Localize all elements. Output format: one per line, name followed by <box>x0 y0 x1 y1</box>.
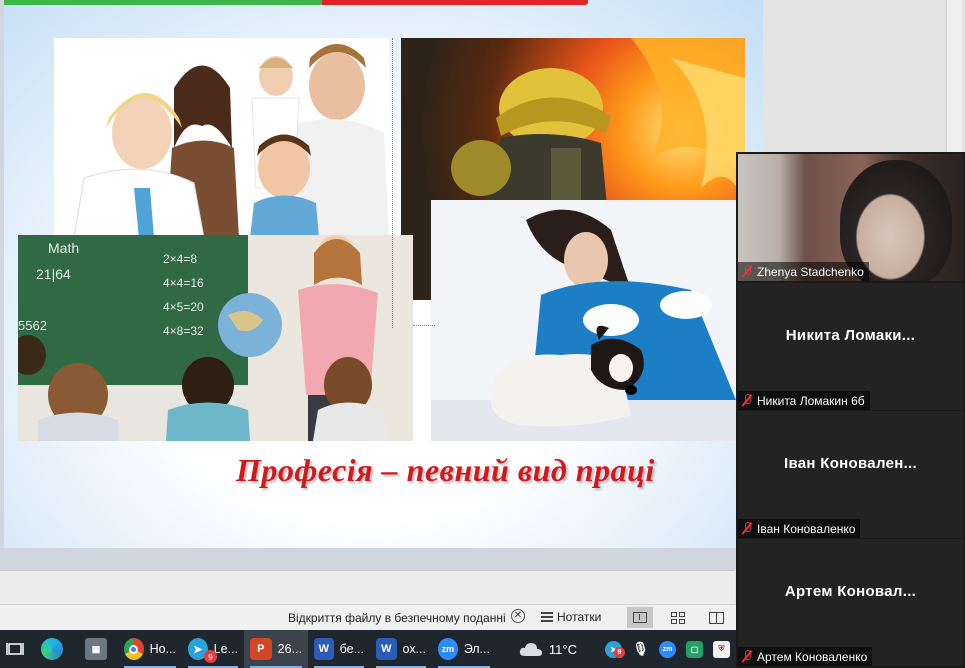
participant-name: Артем Коноваленко <box>757 649 868 664</box>
participant-tile[interactable]: Никита Ломаки... Никита Ломакин 6б <box>738 283 963 410</box>
taskbar-edge[interactable] <box>30 630 74 668</box>
participant-name: Никита Ломакин 6б <box>757 393 865 408</box>
taskbar-telegram[interactable]: ➤ 9 Le... <box>182 630 244 668</box>
taskbar-chrome[interactable]: Но... <box>118 630 182 668</box>
task-view-button[interactable] <box>0 630 30 668</box>
zoom-gallery: Zhenya Stadchenko Никита Ломаки... Никит… <box>736 152 965 668</box>
microphone-icon[interactable]: 🎙 <box>632 641 649 658</box>
reading-view-icon <box>708 611 724 624</box>
tray-app-icon[interactable]: ➤ 9 <box>605 640 625 658</box>
taskbar-label: 26... <box>277 642 302 656</box>
participant-big-name: Іван Коновален... <box>783 455 917 472</box>
word-icon: W <box>314 638 334 660</box>
participant-name-label: Никита Ломакин 6б <box>738 391 870 410</box>
window-gutter <box>763 0 965 152</box>
taskbar-powerpoint[interactable]: P 26... <box>244 630 308 668</box>
svg-text:21|64: 21|64 <box>36 266 71 282</box>
zoom-tray-icon[interactable]: zm <box>659 640 676 658</box>
participant-name: Zhenya Stadchenko <box>757 264 864 279</box>
mic-muted-icon <box>742 394 752 407</box>
svg-text:Math: Math <box>48 240 79 256</box>
powerpoint-icon: P <box>250 638 272 660</box>
svg-text:2×4=8: 2×4=8 <box>163 252 197 266</box>
mic-muted-icon <box>742 265 752 278</box>
svg-text:5562: 5562 <box>18 318 47 333</box>
green-app-icon[interactable]: ▢ <box>686 640 703 658</box>
shield-icon[interactable]: ⛨ <box>713 640 730 658</box>
slide-title: Професія – певний вид праці <box>236 452 655 488</box>
zoom-icon: zm <box>438 638 458 660</box>
taskbar-label: Эл... <box>463 642 490 656</box>
taskbar-label: ох... <box>402 642 426 656</box>
weather-widget[interactable]: 11°C <box>519 641 577 657</box>
vertical-scrollbar[interactable] <box>946 0 962 152</box>
slide[interactable]: Math 21|64 2×4=8 4×4=16 4×5=20 4×8=32 55… <box>4 0 763 548</box>
notes-pane[interactable] <box>0 570 735 606</box>
svg-text:4×8=32: 4×8=32 <box>163 324 204 338</box>
selection-box-bottom <box>413 325 435 326</box>
family-doctor-photo[interactable] <box>54 38 389 238</box>
participant-name-label: Іван Коноваленко <box>738 519 861 538</box>
participant-name: Іван Коноваленко <box>757 521 856 536</box>
taskbar-zoom[interactable]: zm Эл... <box>432 630 496 668</box>
svg-text:4×4=16: 4×4=16 <box>163 276 204 290</box>
unread-badge: 9 <box>204 650 217 663</box>
participant-name-label: Артем Коноваленко <box>738 647 873 666</box>
taskbar-label: Le... <box>213 642 238 656</box>
task-view-icon <box>6 643 24 655</box>
mic-muted-icon <box>742 522 752 535</box>
notes-icon <box>541 612 553 622</box>
word-icon: W <box>376 638 397 660</box>
taskbar-word-2[interactable]: W ох... <box>370 630 432 668</box>
participant-name-label: Zhenya Stadchenko <box>738 262 869 281</box>
notes-button[interactable]: Нотатки <box>541 610 601 624</box>
chrome-icon <box>124 638 144 660</box>
system-tray: 11°C ➤ 9 🎙 zm ▢ ⛨ <box>519 630 736 668</box>
close-icon[interactable]: ✕ <box>511 609 525 623</box>
taskbar: ▦ Но... ➤ 9 Le... P 26... W бе... W ох..… <box>0 630 736 668</box>
weather-temp: 11°C <box>548 641 577 657</box>
mic-muted-icon <box>742 650 752 663</box>
svg-text:4×5=20: 4×5=20 <box>163 300 204 314</box>
classroom-teacher-photo[interactable]: Math 21|64 2×4=8 4×4=16 4×5=20 4×8=32 55… <box>18 235 413 441</box>
participant-big-name: Никита Ломаки... <box>785 327 916 344</box>
participant-tile[interactable]: Іван Коновален... Іван Коноваленко <box>738 411 963 538</box>
slide-green-bar <box>4 0 322 5</box>
status-bar: Відкриття файлу в безпечному поданні ✕ Н… <box>0 604 740 630</box>
selection-box <box>391 38 393 328</box>
normal-view-button[interactable] <box>627 607 653 628</box>
participant-tile[interactable]: Артем Коновал... Артем Коноваленко <box>738 539 963 666</box>
cloud-icon <box>519 643 542 656</box>
taskbar-label: бе... <box>339 642 364 656</box>
calculator-icon: ▦ <box>85 638 107 660</box>
reading-view-button[interactable] <box>703 607 729 628</box>
taskbar-label: Но... <box>149 642 176 656</box>
taskbar-calculator[interactable]: ▦ <box>74 630 118 668</box>
normal-view-icon <box>633 612 647 623</box>
participant-tile-video[interactable]: Zhenya Stadchenko <box>738 154 963 281</box>
veterinarian-photo[interactable] <box>431 200 736 441</box>
slide-canvas: Math 21|64 2×4=8 4×4=16 4×5=20 4×8=32 55… <box>0 0 780 570</box>
screen: Math 21|64 2×4=8 4×4=16 4×5=20 4×8=32 55… <box>0 0 965 668</box>
slide-sorter-button[interactable] <box>665 607 691 628</box>
slide-red-bar <box>322 0 588 5</box>
participant-big-name: Артем Коновал... <box>784 583 917 600</box>
tray-badge: 9 <box>614 646 625 658</box>
slide-sorter-icon <box>671 611 685 624</box>
edge-icon <box>41 638 63 660</box>
notes-label: Нотатки <box>557 610 602 624</box>
taskbar-word-1[interactable]: W бе... <box>308 630 370 668</box>
protected-view-message: Відкриття файлу в безпечному поданні <box>288 611 506 625</box>
